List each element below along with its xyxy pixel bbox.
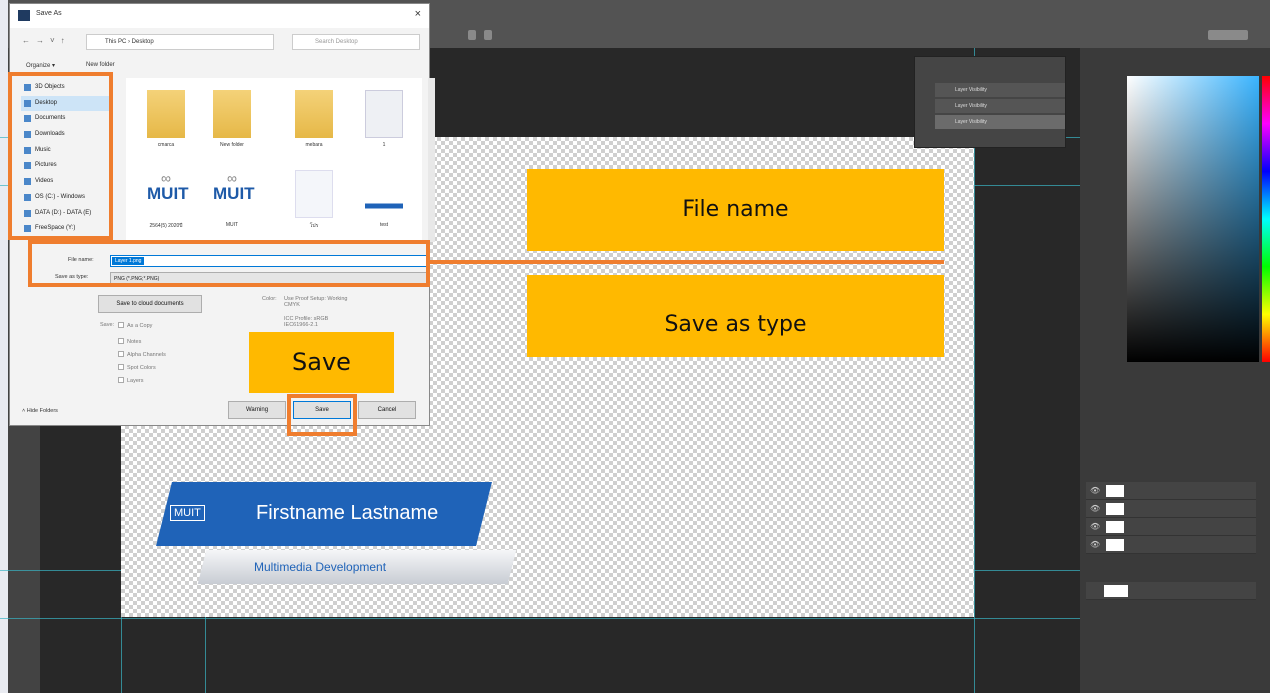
banner-name: Firstname Lastname [256,502,439,524]
file-item[interactable]: 1 [356,84,412,158]
history-item[interactable]: Layer Visibility [935,115,1065,129]
callout-connector [430,260,944,264]
cancel-button[interactable]: Cancel [358,401,416,419]
file-item[interactable]: ∞ MUIT 2564(5) 2020ปี [138,164,194,238]
save-to-cloud-button[interactable]: Save to cloud documents [98,295,202,313]
history-panel[interactable]: Layer Visibility Layer Visibility Layer … [914,56,1066,148]
address-bar[interactable]: This PC › Desktop [86,34,274,50]
highlight-save-button [287,394,357,436]
hide-folders-toggle[interactable]: ˄ Hide Folders [22,408,58,414]
color-label: Color: [262,296,277,302]
file-item[interactable]: cmarca [138,84,194,158]
file-item[interactable]: ∞ MUIT MUIT [204,164,260,238]
new-folder-button[interactable]: New folder [86,62,115,68]
layer-row-background[interactable] [1086,582,1256,600]
layer-row[interactable]: 👁 [1086,536,1256,554]
dialog-titlebar: Save As × [10,4,429,28]
back-forward-icons[interactable]: ←→˅↑ [22,36,71,45]
dialog-title: Save As [36,10,62,17]
organize-menu[interactable]: Organize ▾ [26,62,55,69]
search-input[interactable]: Search Desktop [292,34,420,50]
history-item[interactable]: Layer Visibility [935,83,1065,97]
callout-save-as-type: Save as type [527,275,944,357]
file-item[interactable]: test [356,164,412,238]
save-options-label: Save: [100,322,115,328]
icc-profile-option[interactable]: ICC Profile: sRGB IEC61966-2.1 [284,316,354,328]
eye-icon[interactable]: 👁 [1090,504,1100,513]
callout-save: Save [249,332,394,393]
screenshot: MUIT Firstname Lastname Multimedia Devel… [0,0,1270,693]
layer-row[interactable]: 👁 [1086,518,1256,536]
option-alpha-channels[interactable]: Alpha Channels [118,351,166,358]
file-item[interactable]: mebara [286,84,342,158]
layer-row[interactable]: 👁 [1086,500,1256,518]
banner-logo: MUIT [170,505,205,521]
photoshop-icon [18,10,30,21]
eye-icon[interactable]: 👁 [1090,540,1100,549]
file-item[interactable]: New folder [204,84,260,158]
file-item[interactable]: โปร [286,164,342,238]
color-picker-field[interactable] [1127,76,1259,362]
highlight-file-fields [28,240,430,287]
option-as-copy[interactable]: As a Copy [118,322,152,329]
eye-icon[interactable]: 👁 [1090,522,1100,531]
history-item[interactable]: Layer Visibility [935,99,1065,113]
highlight-navigation-pane [8,72,113,240]
close-icon[interactable]: × [415,8,421,20]
layer-row[interactable]: 👁 [1086,482,1256,500]
option-spot-colors[interactable]: Spot Colors [118,364,156,371]
file-list: cmarca New folder mebara 1 ∞ MUIT 2564(5) … [126,78,422,244]
file-list-scrollbar[interactable] [428,78,435,242]
banner-artwork: MUIT Firstname Lastname Multimedia Devel… [140,480,536,590]
hue-slider[interactable] [1262,76,1270,362]
callout-file-name: File name [527,169,944,251]
eye-icon[interactable]: 👁 [1090,486,1100,495]
option-layers[interactable]: Layers [118,377,144,384]
option-notes[interactable]: Notes [118,338,141,345]
warning-button[interactable]: Warning [228,401,286,419]
banner-subtitle: Multimedia Development [254,560,387,574]
proof-setup-option[interactable]: Use Proof Setup: Working CMYK [284,296,354,308]
